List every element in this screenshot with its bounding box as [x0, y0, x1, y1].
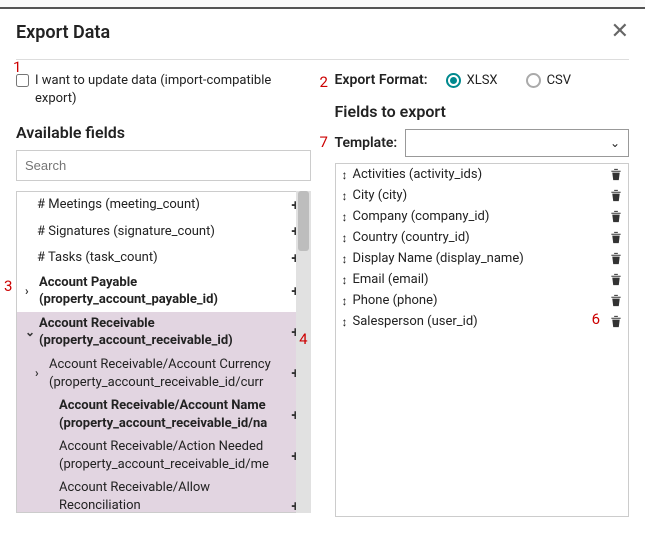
- tree-row-label: Account Receivable (property_account_rec…: [39, 315, 287, 350]
- drag-handle-icon[interactable]: ↕: [342, 210, 347, 224]
- drag-handle-icon[interactable]: ↕: [342, 252, 347, 266]
- export-format-row: 2 Export Format: XLSX CSV: [335, 72, 630, 88]
- remove-field-button[interactable]: [610, 230, 622, 245]
- chevron-down-icon[interactable]: ⌄: [25, 324, 35, 340]
- export-row[interactable]: ↕ City (city): [336, 185, 629, 206]
- dialog-header: Export Data ✕: [16, 21, 629, 60]
- export-row-label: Company (company_id): [353, 209, 605, 224]
- dialog-body: 1 I want to update data (import-compatib…: [16, 60, 629, 517]
- export-format-label: Export Format:: [335, 72, 428, 88]
- tree-row-label: Account Receivable/Account Currency (pro…: [49, 356, 287, 391]
- export-row[interactable]: ↕ Company (company_id): [336, 206, 629, 227]
- remove-field-button[interactable]: [610, 167, 622, 182]
- tree-row[interactable]: Account Receivable/Allow Reconciliation …: [17, 476, 310, 513]
- radio-csv-label: CSV: [547, 73, 571, 88]
- tree-row-label: Account Payable (property_account_payabl…: [39, 274, 287, 309]
- tree-row-label: # Meetings (meeting_count): [37, 196, 287, 214]
- tree-row[interactable]: # Tasks (task_count)+: [17, 245, 310, 271]
- export-row-label: Activities (activity_ids): [353, 167, 605, 182]
- export-row-label: Country (country_id): [353, 230, 605, 245]
- dialog-title: Export Data: [16, 22, 110, 43]
- export-row[interactable]: ↕ Phone (phone): [336, 290, 629, 311]
- chevron-right-icon[interactable]: ›: [35, 365, 45, 381]
- tree-row[interactable]: # Meetings (meeting_count)+: [17, 192, 310, 218]
- tree-row-label: Account Receivable/Account Name (propert…: [59, 397, 287, 432]
- tree-row-label: Account Receivable/Action Needed (proper…: [59, 438, 287, 473]
- tree-row-label: # Tasks (task_count): [37, 249, 287, 267]
- export-row[interactable]: ↕ Salesperson (user_id): [336, 311, 629, 332]
- export-row-label: Salesperson (user_id): [353, 314, 605, 329]
- radio-xlsx-icon: [446, 73, 461, 88]
- tree-row[interactable]: ›Account Payable (property_account_payab…: [17, 271, 310, 312]
- export-row[interactable]: ↕ Activities (activity_ids): [336, 164, 629, 185]
- available-fields-tree[interactable]: # Meetings (meeting_count)+# Signatures …: [16, 191, 311, 513]
- left-pane: 1 I want to update data (import-compatib…: [16, 72, 311, 517]
- tree-row[interactable]: ›Account Receivable/Account Currency (pr…: [17, 353, 310, 394]
- update-data-row: 1 I want to update data (import-compatib…: [16, 72, 311, 107]
- drag-handle-icon[interactable]: ↕: [342, 189, 347, 203]
- template-row: 7 Template: ⌄: [335, 129, 630, 157]
- remove-field-button[interactable]: [610, 209, 622, 224]
- radio-xlsx-label: XLSX: [467, 73, 498, 88]
- tree-row-label: Account Receivable/Allow Reconciliation …: [59, 479, 287, 513]
- template-label: Template:: [335, 135, 398, 151]
- drag-handle-icon[interactable]: ↕: [342, 273, 347, 287]
- right-pane: 2 Export Format: XLSX CSV Fields to expo…: [335, 72, 630, 517]
- update-data-checkbox[interactable]: [16, 74, 29, 87]
- annot-2: 2: [320, 73, 328, 91]
- export-row-label: Email (email): [353, 272, 605, 287]
- fields-to-export-list[interactable]: 5 6 ↕Activities (activity_ids)↕City (cit…: [335, 163, 630, 517]
- radio-csv[interactable]: CSV: [526, 73, 571, 88]
- export-row[interactable]: ↕ Email (email): [336, 269, 629, 290]
- chevron-right-icon[interactable]: ›: [25, 283, 35, 299]
- search-input[interactable]: [16, 150, 311, 181]
- export-row[interactable]: ↕ Country (country_id): [336, 227, 629, 248]
- export-row-label: Display Name (display_name): [353, 251, 605, 266]
- tree-row[interactable]: # Signatures (signature_count)+: [17, 218, 310, 244]
- radio-csv-icon: [526, 73, 541, 88]
- window-topbar: [0, 0, 645, 9]
- tree-row-label: # Signatures (signature_count): [37, 223, 287, 241]
- drag-handle-icon[interactable]: ↕: [342, 294, 347, 308]
- remove-field-button[interactable]: [610, 272, 622, 287]
- tree-holder: 3 # Meetings (meeting_count)+# Signature…: [16, 191, 311, 513]
- scrollbar-thumb[interactable]: [298, 191, 309, 251]
- export-dialog: Export Data ✕ 1 I want to update data (i…: [0, 9, 645, 517]
- fields-to-export-heading: Fields to export: [335, 102, 630, 121]
- tree-row[interactable]: ⌄Account Receivable (property_account_re…: [17, 312, 310, 353]
- remove-field-button[interactable]: [610, 251, 622, 266]
- annot-7: 7: [320, 133, 328, 151]
- export-row-label: City (city): [353, 188, 605, 203]
- scrollbar[interactable]: [296, 191, 311, 513]
- remove-field-button[interactable]: [610, 188, 622, 203]
- tree-row[interactable]: Account Receivable/Action Needed (proper…: [17, 435, 310, 476]
- chevron-down-icon: ⌄: [610, 136, 620, 150]
- tree-selected-block: ⌄Account Receivable (property_account_re…: [17, 312, 310, 513]
- close-button[interactable]: ✕: [611, 21, 629, 43]
- remove-field-button[interactable]: [610, 293, 622, 308]
- radio-xlsx[interactable]: XLSX: [446, 73, 498, 88]
- export-row-label: Phone (phone): [353, 293, 605, 308]
- tree-row[interactable]: Account Receivable/Account Name (propert…: [17, 394, 310, 435]
- available-fields-heading: Available fields: [16, 123, 311, 142]
- export-format-group: XLSX CSV: [446, 73, 572, 88]
- update-data-label: I want to update data (import-compatible…: [35, 72, 311, 107]
- drag-handle-icon[interactable]: ↕: [342, 231, 347, 245]
- annot-3: 3: [4, 277, 12, 295]
- export-row[interactable]: ↕ Display Name (display_name): [336, 248, 629, 269]
- drag-handle-icon[interactable]: ↕: [342, 168, 347, 182]
- template-select[interactable]: ⌄: [405, 129, 629, 157]
- drag-handle-icon[interactable]: ↕: [342, 315, 347, 329]
- remove-field-button[interactable]: [610, 314, 622, 329]
